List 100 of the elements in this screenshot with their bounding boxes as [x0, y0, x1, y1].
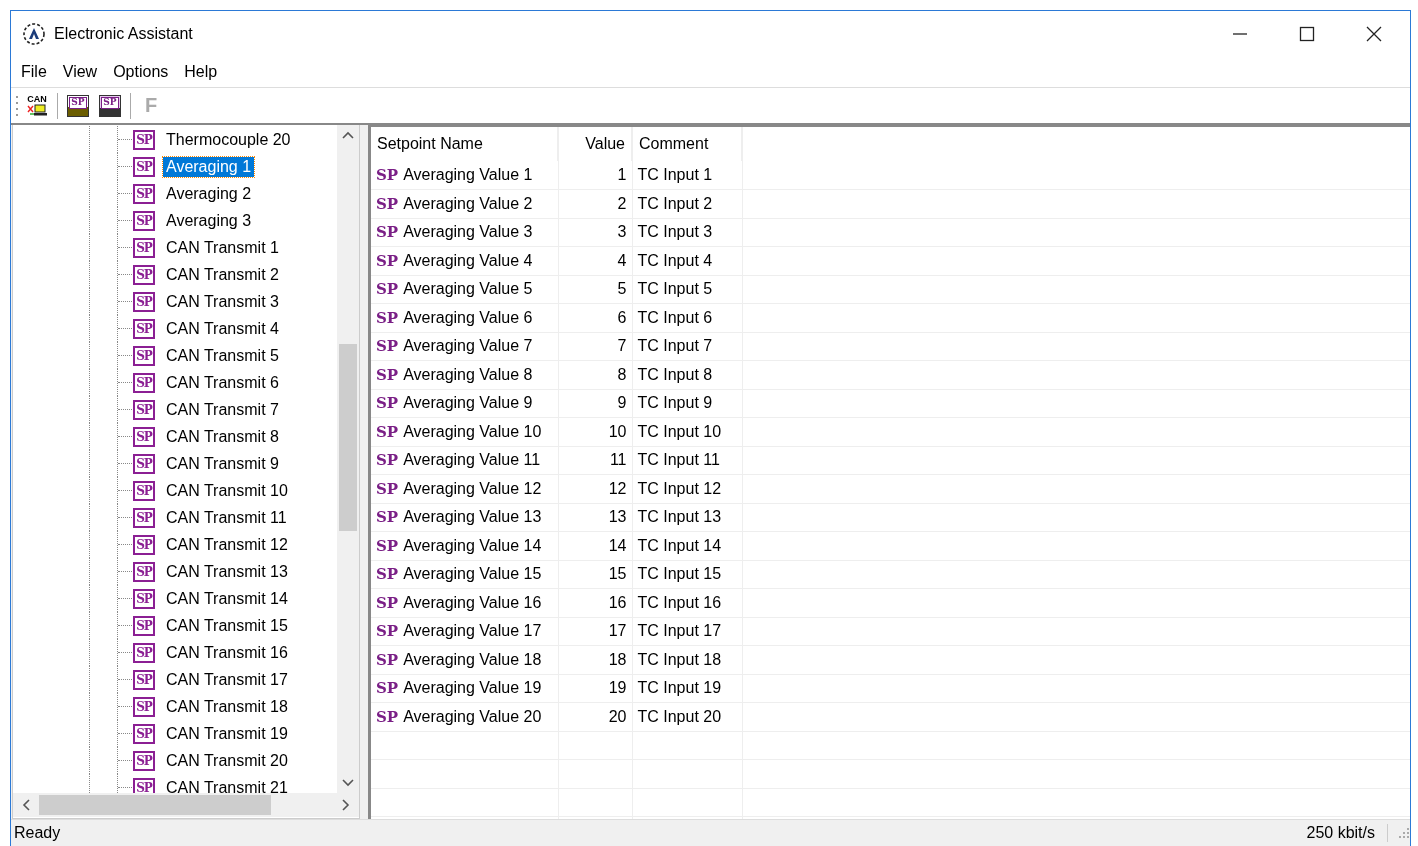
scroll-down-icon[interactable]	[342, 779, 354, 787]
table-cell: TC Input 8	[632, 360, 742, 389]
tree-item[interactable]: CAN Transmit 14	[163, 588, 291, 609]
sp-icon: SP	[133, 696, 155, 717]
menu-item[interactable]: View	[54, 63, 106, 81]
scroll-thumb[interactable]	[39, 795, 271, 815]
table-cell: TC Input 7	[632, 332, 742, 361]
horizontal-scrollbar[interactable]	[13, 793, 359, 817]
sp-icon: SP	[376, 166, 399, 184]
tree-item[interactable]: CAN Transmit 21	[163, 777, 291, 793]
can-connect-button[interactable]: CAN	[23, 91, 51, 120]
table-cell: TC Input 13	[632, 503, 742, 532]
tree-item[interactable]: CAN Transmit 13	[163, 561, 291, 582]
sp-icon: SP	[133, 318, 155, 339]
computer-icon	[26, 104, 48, 116]
tree-item[interactable]: CAN Transmit 16	[163, 642, 291, 663]
table-cell: TC Input 3	[632, 218, 742, 247]
tree-item[interactable]: CAN Transmit 1	[163, 237, 282, 258]
table-cell: Averaging Value 18	[403, 650, 542, 668]
table-cell: Averaging Value 17	[403, 622, 542, 640]
table-cell: Averaging Value 5	[403, 280, 533, 298]
table-cell: 7	[558, 332, 632, 361]
table-cell: 5	[558, 275, 632, 304]
menu-item[interactable]: Options	[105, 63, 177, 81]
toolbar-grip-icon[interactable]	[15, 93, 19, 118]
tree-item[interactable]: CAN Transmit 15	[163, 615, 291, 636]
tree-item[interactable]: CAN Transmit 7	[163, 399, 282, 420]
sp-icon: SP	[133, 156, 155, 177]
resize-grip-icon[interactable]	[1398, 827, 1410, 839]
tree-item[interactable]: CAN Transmit 17	[163, 669, 291, 690]
tree-item[interactable]: Averaging 1	[163, 156, 255, 177]
app-icon	[22, 22, 46, 46]
tree-item[interactable]: CAN Transmit 12	[163, 534, 291, 555]
tree-item[interactable]: Averaging 2	[163, 183, 255, 204]
scroll-up-icon[interactable]	[342, 131, 354, 139]
sp-icon: SP	[133, 453, 155, 474]
table-cell: Averaging Value 2	[403, 194, 533, 212]
sp-icon: SP	[133, 372, 155, 393]
column-header[interactable]: Setpoint Name	[371, 127, 558, 161]
table-cell: Averaging Value 15	[403, 565, 542, 583]
sp-icon: SP	[376, 565, 399, 584]
sp-icon: SP	[133, 750, 155, 771]
table-cell: TC Input 10	[632, 417, 742, 446]
sp-icon: SP	[133, 291, 155, 312]
tree-item[interactable]: CAN Transmit 3	[163, 291, 282, 312]
tree-item[interactable]: CAN Transmit 2	[163, 264, 282, 285]
sp-icon: SP	[376, 251, 399, 270]
tree-item[interactable]: CAN Transmit 5	[163, 345, 282, 366]
table-cell: 18	[558, 645, 632, 674]
close-icon[interactable]	[1366, 26, 1382, 42]
vertical-scrollbar[interactable]	[337, 125, 359, 793]
sp-icon: SP	[376, 451, 399, 470]
tree-item[interactable]: CAN Transmit 9	[163, 453, 282, 474]
tree-item[interactable]: CAN Transmit 4	[163, 318, 282, 339]
sp-icon: SP	[133, 237, 155, 258]
menu-item[interactable]: Help	[176, 63, 226, 81]
table-cell: 11	[558, 446, 632, 475]
table-cell: 4	[558, 246, 632, 275]
table-cell: Averaging Value 14	[403, 536, 542, 554]
table-cell: 17	[558, 617, 632, 646]
tree-item[interactable]: CAN Transmit 10	[163, 480, 291, 501]
table-cell: 20	[558, 702, 632, 731]
table-cell: Averaging Value 16	[403, 593, 542, 611]
table-cell: Averaging Value 7	[403, 337, 533, 355]
column-header[interactable]: Value	[558, 127, 632, 161]
sp-icon: SP	[376, 679, 399, 698]
table-cell: 2	[558, 189, 632, 218]
tree-item[interactable]: CAN Transmit 19	[163, 723, 291, 744]
maximize-icon[interactable]	[1299, 26, 1315, 42]
table-cell: Averaging Value 11	[403, 451, 541, 469]
tree-item[interactable]: CAN Transmit 8	[163, 426, 282, 447]
tree-item[interactable]: Thermocouple 20	[163, 129, 294, 150]
table-cell: 1	[558, 161, 632, 190]
sp-icon: SP	[133, 534, 155, 555]
table-cell: Averaging Value 8	[403, 365, 533, 383]
tree-item[interactable]: CAN Transmit 20	[163, 750, 291, 771]
table-cell: TC Input 15	[632, 560, 742, 589]
table-cell: TC Input 16	[632, 588, 742, 617]
scroll-thumb[interactable]	[339, 344, 357, 531]
tree-item[interactable]: CAN Transmit 6	[163, 372, 282, 393]
table-cell: 12	[558, 474, 632, 503]
table-cell: Averaging Value 19	[403, 679, 542, 697]
table-cell: TC Input 18	[632, 645, 742, 674]
sp-icon: SP	[133, 669, 155, 690]
menu-item[interactable]: File	[13, 63, 55, 81]
tree-item[interactable]: CAN Transmit 18	[163, 696, 291, 717]
column-header[interactable]: Comment	[632, 127, 742, 161]
tree-item[interactable]: Averaging 3	[163, 210, 255, 231]
sp-icon: SP	[133, 129, 155, 150]
sp-icon: SP	[376, 479, 399, 498]
scroll-right-icon[interactable]	[342, 799, 350, 811]
table-cell: TC Input 1	[632, 161, 742, 190]
scroll-left-icon[interactable]	[22, 799, 30, 811]
tree-item[interactable]: CAN Transmit 11	[163, 507, 290, 528]
sp-icon: SP	[376, 536, 399, 555]
table-cell: TC Input 12	[632, 474, 742, 503]
table-cell: TC Input 14	[632, 531, 742, 560]
sp-icon: SP	[376, 223, 399, 242]
table-cell: TC Input 2	[632, 189, 742, 218]
table-cell: 15	[558, 560, 632, 589]
